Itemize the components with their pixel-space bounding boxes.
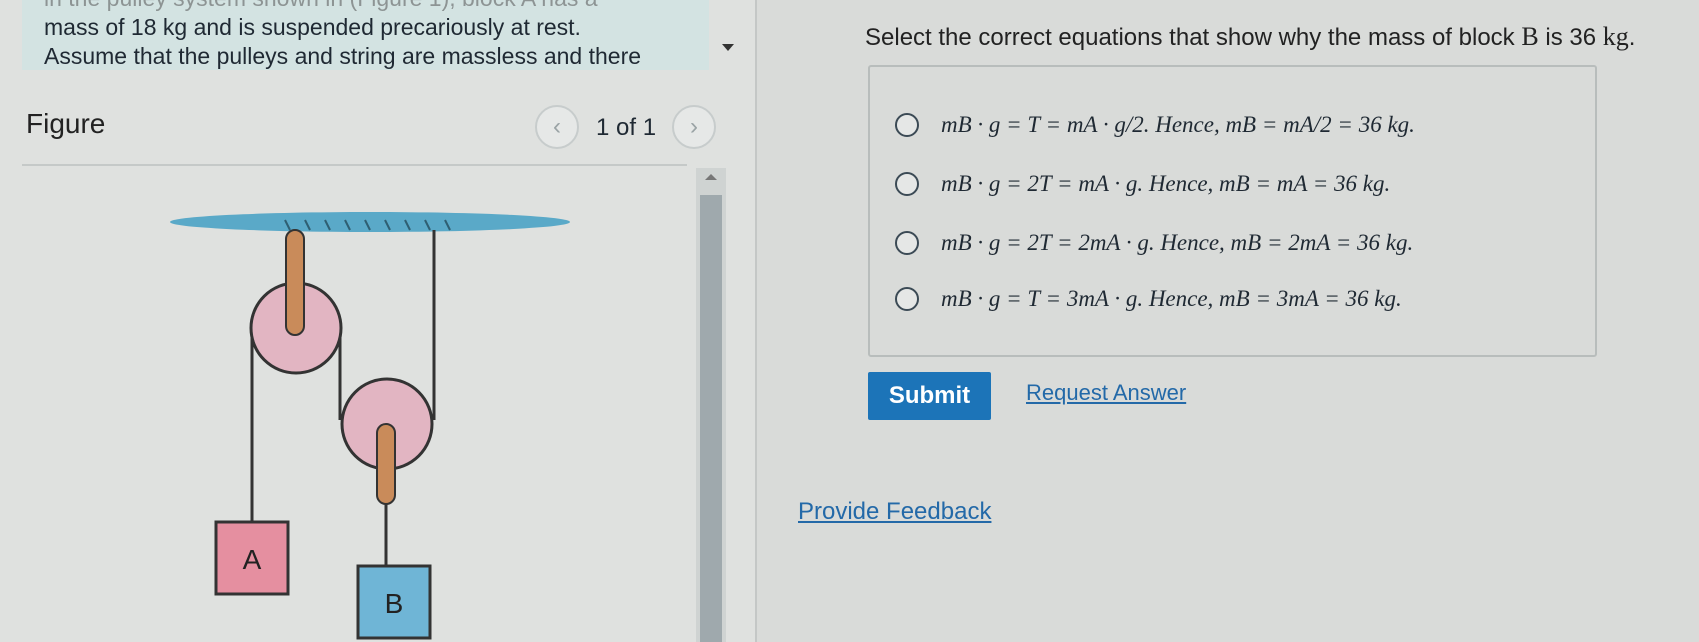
previous-figure-button[interactable]: ‹ xyxy=(535,105,579,149)
radio-button[interactable] xyxy=(895,287,919,311)
question-unit: kg xyxy=(1602,22,1629,51)
question-block: B xyxy=(1521,22,1539,51)
scrollbar-thumb[interactable] xyxy=(700,195,722,642)
chevron-right-icon: › xyxy=(690,113,698,140)
expand-arrow-icon[interactable] xyxy=(722,44,734,51)
problem-line-2: Assume that the pulleys and string are m… xyxy=(44,43,642,69)
submit-button[interactable]: Submit xyxy=(868,372,991,420)
chevron-left-icon: ‹ xyxy=(553,113,561,140)
problem-cut-line: in the pulley system shown in (Figure 1)… xyxy=(44,0,709,13)
radio-button[interactable] xyxy=(895,172,919,196)
figure-divider xyxy=(22,164,687,166)
option-label: mB · g = 2T = mA · g. Hence, mB = mA = 3… xyxy=(941,171,1391,196)
option-1[interactable]: mB · g = T = mA · g/2. Hence, mB = mA/2 … xyxy=(895,112,1415,138)
figure-label: Figure xyxy=(26,108,106,139)
question-text: Select the correct equations that show w… xyxy=(865,22,1635,52)
option-label: mB · g = T = mA · g/2. Hence, mB = mA/2 … xyxy=(941,112,1415,137)
pulley-figure: A B xyxy=(170,212,570,640)
movable-pulley-hook xyxy=(376,423,396,505)
string xyxy=(250,230,436,522)
provide-feedback-link[interactable]: Provide Feedback xyxy=(798,498,991,526)
question-suffix: . xyxy=(1628,24,1636,51)
question-middle: is 36 xyxy=(1538,24,1603,51)
request-answer-link[interactable]: Request Answer xyxy=(1026,380,1186,406)
block-b-label: B xyxy=(385,588,404,619)
scroll-up-arrow-icon[interactable] xyxy=(705,174,717,180)
option-2[interactable]: mB · g = 2T = mA · g. Hence, mB = mA = 3… xyxy=(895,171,1390,197)
problem-line-1: mass of 18 kg and is suspended precariou… xyxy=(44,14,581,40)
radio-button[interactable] xyxy=(895,113,919,137)
block-a-label: A xyxy=(243,544,262,575)
answer-options-box xyxy=(868,65,1597,357)
option-label: mB · g = T = 3mA · g. Hence, mB = 3mA = … xyxy=(941,286,1402,311)
question-prefix: Select the correct equations that show w… xyxy=(865,24,1522,51)
option-3[interactable]: mB · g = 2T = 2mA · g. Hence, mB = 2mA =… xyxy=(895,230,1413,256)
option-4[interactable]: mB · g = T = 3mA · g. Hence, mB = 3mA = … xyxy=(895,286,1402,312)
radio-button[interactable] xyxy=(895,231,919,255)
fixed-pulley-hook xyxy=(285,229,305,336)
option-label: mB · g = 2T = 2mA · g. Hence, mB = 2mA =… xyxy=(941,230,1414,255)
figure-page-indicator: 1 of 1 xyxy=(596,114,657,141)
problem-text: in the pulley system shown in (Figure 1)… xyxy=(22,0,709,70)
next-figure-button[interactable]: › xyxy=(672,105,716,149)
